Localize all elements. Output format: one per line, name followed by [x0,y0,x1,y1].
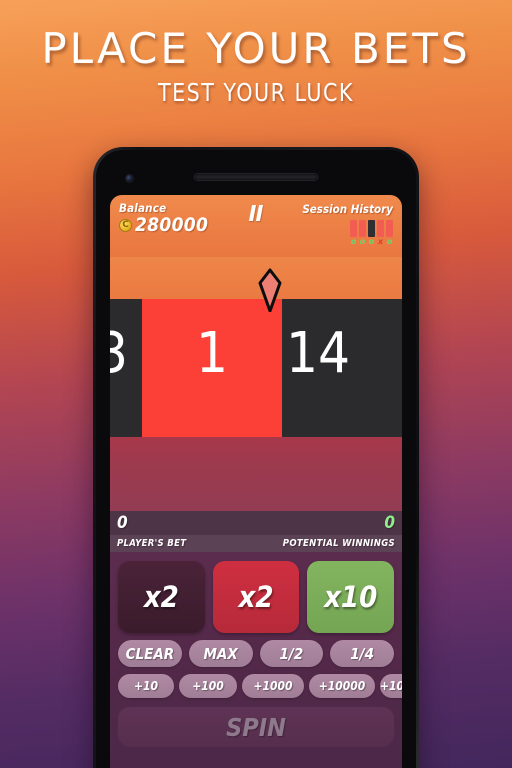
player-bet-value: 0 [117,512,128,533]
bet-action-row: CLEAR MAX 1/2 1/4 [118,640,394,667]
history-bar [377,220,384,237]
multiplier-button-green[interactable]: x10 [307,561,395,633]
promo-headline: PLACE YOUR BETS [41,24,471,73]
pause-icon-bar-left [248,205,257,221]
clear-bet-button[interactable]: CLEAR [118,640,182,667]
potential-winnings-label: POTENTIAL WINNINGS [282,538,395,549]
spin-button[interactable]: SPIN [118,707,394,747]
player-bet-label: PLAYER'S BET [117,538,187,549]
phone-body: Balance C 280000 Session History o o o x… [96,150,416,768]
history-mark: o [368,237,375,246]
wheel-segment[interactable]: 14 [282,299,402,437]
quarter-bet-button[interactable]: 1/4 [330,640,394,667]
session-history-bars [302,220,393,237]
potential-winnings-value: 0 [384,512,395,533]
game-topbar: Balance C 280000 Session History o o o x… [110,195,402,257]
history-bar [350,220,357,237]
wheel-segments: 3 1 14 [110,299,402,437]
pause-button[interactable] [248,205,264,221]
history-mark: o [386,237,393,246]
multiplier-row: x2 x2 x10 [118,561,395,633]
phone-mockup: Balance C 280000 Session History o o o x… [93,147,419,768]
bet-labels-row: PLAYER'S BET POTENTIAL WINNINGS [110,535,402,552]
betting-wheel[interactable]: 3 1 14 [110,257,402,437]
session-history[interactable]: Session History o o o x o [302,202,393,246]
multiplier-button-black[interactable]: x2 [118,561,205,633]
bet-values-row: 0 0 [110,511,402,535]
session-history-marks: o o o x o [302,238,393,246]
bet-controls-panel: x2 x2 x10 CLEAR MAX 1/2 1/4 +10 +100 +10… [110,552,402,768]
app-screen: Balance C 280000 Session History o o o x… [110,195,402,768]
table-felt [110,437,402,511]
increment-100-button[interactable]: +100 [179,674,237,698]
multiplier-button-red[interactable]: x2 [212,561,300,633]
increment-100000-button[interactable]: +100000 [380,674,402,698]
increment-10-button[interactable]: +10 [118,674,174,698]
wheel-segment[interactable]: 3 [110,299,142,437]
earpiece-speaker-icon [194,174,318,180]
bet-increment-row: +10 +100 +1000 +10000 +100000 [118,674,402,698]
wheel-segment-selected[interactable]: 1 [142,299,282,437]
promo-subheadline: TEST YOUR LUCK [158,78,354,107]
history-bar [386,220,393,237]
max-bet-button[interactable]: MAX [188,640,253,667]
history-mark: x [377,237,384,246]
half-bet-button[interactable]: 1/2 [259,640,324,667]
balance-amount: 280000 [135,214,209,236]
history-bar [368,220,375,237]
increment-10000-button[interactable]: +10000 [309,674,375,698]
coin-icon: C [119,219,132,232]
front-camera-icon [126,175,133,182]
session-history-label: Session History [302,202,393,216]
increment-1000-button[interactable]: +1000 [242,674,304,698]
history-mark: o [350,237,357,246]
history-bar [359,220,366,237]
promo-headline-block: PLACE YOUR BETS TEST YOUR LUCK [0,24,512,107]
history-mark: o [359,237,366,246]
